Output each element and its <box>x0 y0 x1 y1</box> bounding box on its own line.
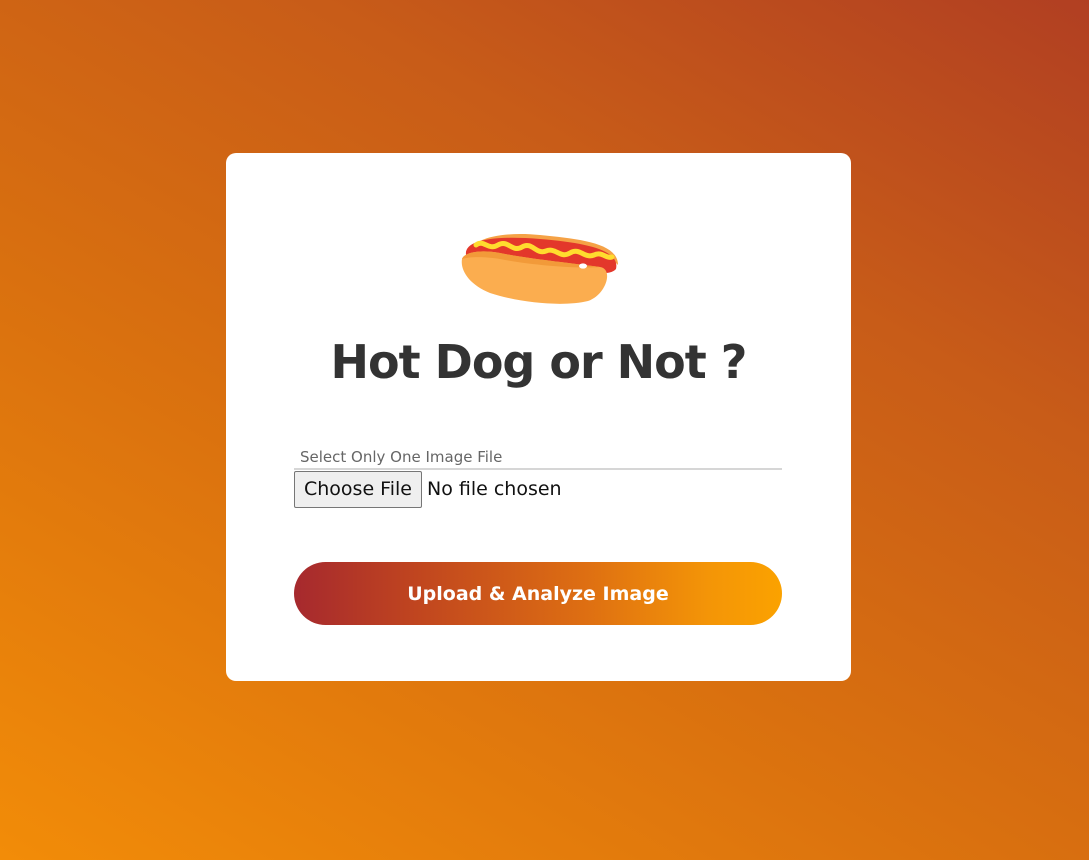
file-input[interactable]: Choose File No file chosen <box>294 470 562 508</box>
page-title: Hot Dog or Not ? <box>330 335 748 389</box>
hot-dog-icon <box>461 233 618 304</box>
upload-analyze-button[interactable]: Upload & Analyze Image <box>294 562 782 625</box>
file-field-label: Select Only One Image File <box>300 448 503 466</box>
file-status-text: No file chosen <box>426 478 562 500</box>
upload-card: Hot Dog or Not ? Select Only One Image F… <box>226 153 851 681</box>
choose-file-button[interactable]: Choose File <box>294 470 422 508</box>
